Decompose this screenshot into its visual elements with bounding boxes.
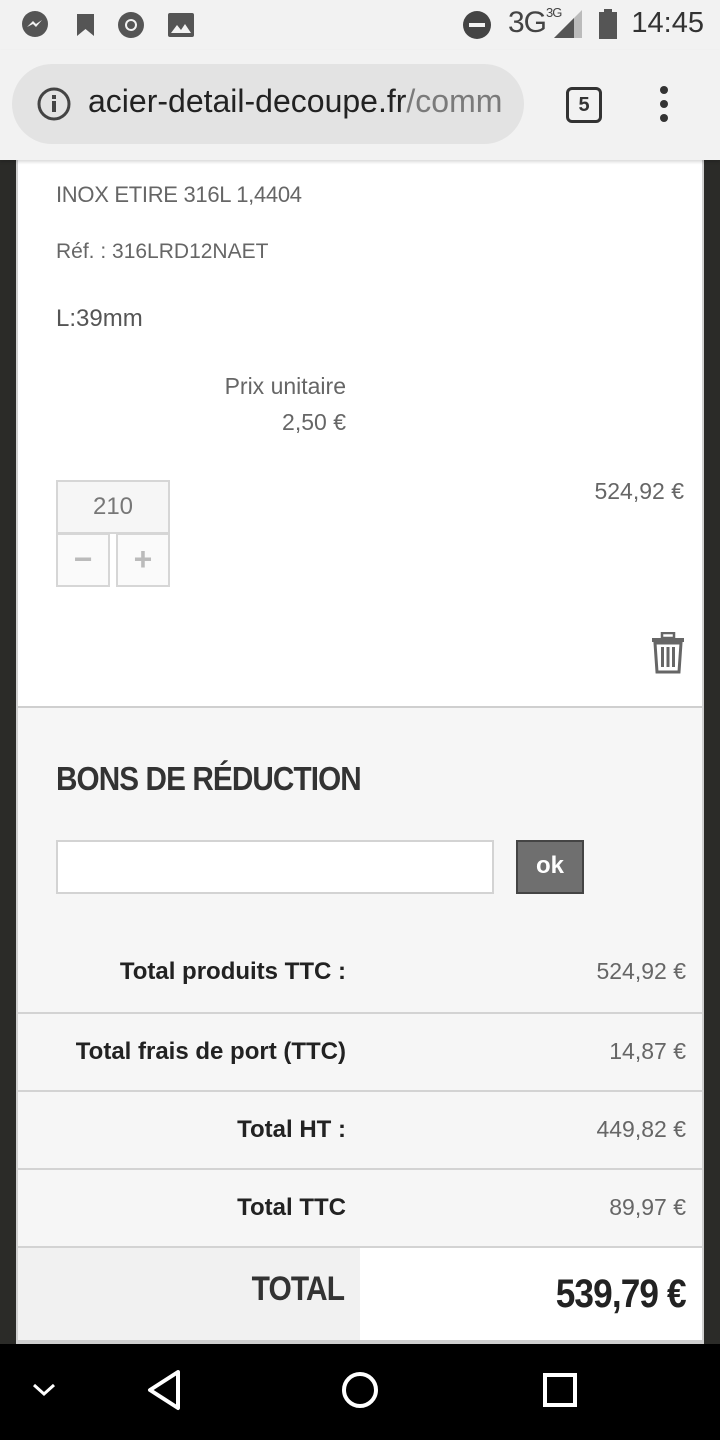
voucher-ok-button[interactable]: ok (516, 840, 584, 894)
total-value: 89,97 € (609, 1194, 686, 1220)
dnd-icon (463, 11, 491, 39)
product-name[interactable]: INOX ETIRE 316L 1,4404 (56, 182, 302, 208)
total-value: 449,82 € (596, 1116, 686, 1142)
trash-icon[interactable] (650, 632, 686, 674)
image-icon (168, 13, 194, 37)
unit-price: 2,50 € (282, 409, 346, 435)
total-value: 14,87 € (609, 1038, 686, 1064)
vouchers-title: BONS DE RÉDUCTION (56, 760, 362, 797)
battery-icon (599, 9, 617, 39)
grand-total-label: TOTAL (251, 1270, 344, 1308)
more-menu-icon[interactable] (652, 86, 676, 126)
total-ht-row: Total HT : 449,82 € (18, 1090, 702, 1168)
total-value: 524,92 € (596, 958, 686, 984)
page-content: INOX ETIRE 316L 1,4404 Réf. : 316LRD12NA… (0, 160, 720, 1344)
quantity-input[interactable]: 210 (56, 480, 170, 534)
total-label: Total TTC (237, 1194, 346, 1221)
chrome-icon (118, 12, 144, 38)
grand-total-row: TOTAL 539,79 € (18, 1246, 702, 1340)
product-length: L:39mm (56, 305, 143, 332)
recents-icon[interactable] (542, 1372, 578, 1408)
total-shipping-row: Total frais de port (TTC) 14,87 € (18, 1012, 702, 1090)
home-icon[interactable] (340, 1370, 380, 1410)
tab-switcher-button[interactable]: 5 (566, 87, 602, 123)
cart-item-card: INOX ETIRE 316L 1,4404 Réf. : 316LRD12NA… (16, 160, 704, 708)
cart-summary: BONS DE RÉDUCTION ok Total produits TTC … (16, 708, 704, 1340)
total-label: Total produits TTC : (119, 958, 346, 985)
total-ttc-row: Total TTC 89,97 € (18, 1168, 702, 1246)
url-bar[interactable]: acier-detail-decoupe.fr/comm (12, 64, 524, 144)
total-label: Total frais de port (TTC) (75, 1038, 346, 1065)
product-reference: Réf. : 316LRD12NAET (56, 240, 269, 263)
back-icon[interactable] (144, 1368, 184, 1412)
browser-toolbar: acier-detail-decoupe.fr/comm 5 (0, 50, 720, 160)
unit-price-label: Prix unitaire (224, 373, 346, 399)
info-icon[interactable] (36, 86, 72, 122)
total-products-row: Total produits TTC : 524,92 € (18, 934, 702, 1012)
messenger-icon (22, 11, 48, 37)
grand-total-value: 539,79 € (556, 1272, 687, 1316)
line-total: 524,92 € (594, 478, 684, 504)
bookmark-icon (77, 14, 94, 36)
status-bar: 3G3G 14:45 (0, 0, 720, 50)
navigation-bar (0, 1344, 720, 1440)
quantity-decrease-button[interactable]: − (56, 533, 110, 587)
total-label: Total HT : (237, 1116, 346, 1143)
voucher-code-input[interactable] (56, 840, 494, 894)
signal-icon (554, 10, 582, 38)
chevron-down-icon[interactable] (30, 1380, 58, 1400)
clock: 14:45 (631, 7, 704, 39)
quantity-increase-button[interactable]: + (116, 533, 170, 587)
url-text[interactable]: acier-detail-decoupe.fr/comm (88, 83, 502, 120)
